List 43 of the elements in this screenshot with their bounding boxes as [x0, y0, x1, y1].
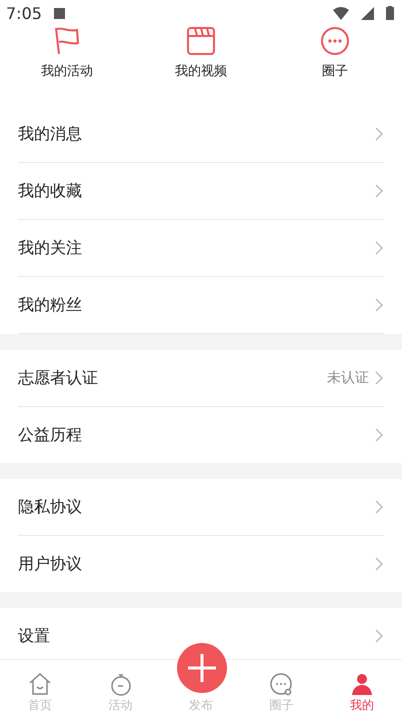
more-icon [320, 26, 350, 56]
chevron-right-icon [375, 127, 384, 141]
menu-row[interactable]: 隐私协议 [18, 479, 384, 536]
stopwatch-icon [108, 672, 133, 696]
menu-row[interactable]: 我的消息 [18, 106, 384, 163]
chevron-right-icon [375, 371, 384, 385]
menu-label: 我的消息 [18, 124, 83, 144]
flag-icon [53, 26, 81, 56]
chevron-right-icon [375, 298, 384, 312]
tab-label[interactable]: 我的 [350, 698, 374, 712]
chevron-right-icon [375, 557, 384, 571]
plus-icon [188, 654, 216, 682]
chat-icon [269, 672, 294, 696]
menu-label: 我的收藏 [18, 180, 83, 202]
menu-label: 用户协议 [18, 554, 83, 574]
signal-icon [361, 6, 374, 20]
chevron-right-icon [375, 184, 384, 198]
menu-label: 我的粉丝 [18, 294, 83, 316]
status-time: 7:05 [6, 4, 42, 22]
wifi-icon [333, 6, 349, 20]
menu-row[interactable]: 志愿者认证 未认证 [18, 350, 384, 407]
menu-label: 设置 [18, 626, 51, 646]
chevron-right-icon [375, 241, 384, 255]
menu-label: 公益历程 [18, 424, 83, 446]
menu-label: 我的关注 [18, 238, 83, 258]
quick-link-label[interactable]: 我的活动 [41, 64, 93, 80]
menu-label: 志愿者认证 [18, 368, 99, 388]
chevron-right-icon [375, 428, 384, 442]
clapperboard-icon [186, 26, 216, 56]
battery-icon [386, 6, 394, 20]
menu-row[interactable]: 我的粉丝 [18, 277, 384, 334]
person-icon [350, 672, 374, 696]
menu-row[interactable]: 我的关注 [18, 220, 384, 277]
menu-row[interactable]: 用户协议 [18, 536, 384, 592]
status-value: 未认证 [327, 369, 369, 387]
menu-row[interactable]: 公益历程 [18, 407, 384, 463]
chevron-right-icon [375, 500, 384, 514]
home-icon [28, 672, 52, 696]
quick-link-label[interactable]: 我的视频 [175, 64, 227, 80]
menu-row[interactable]: 我的收藏 [18, 163, 384, 220]
quick-link-label[interactable]: 圈子 [322, 64, 348, 80]
chevron-right-icon [375, 629, 384, 643]
menu-label: 隐私协议 [18, 496, 83, 518]
